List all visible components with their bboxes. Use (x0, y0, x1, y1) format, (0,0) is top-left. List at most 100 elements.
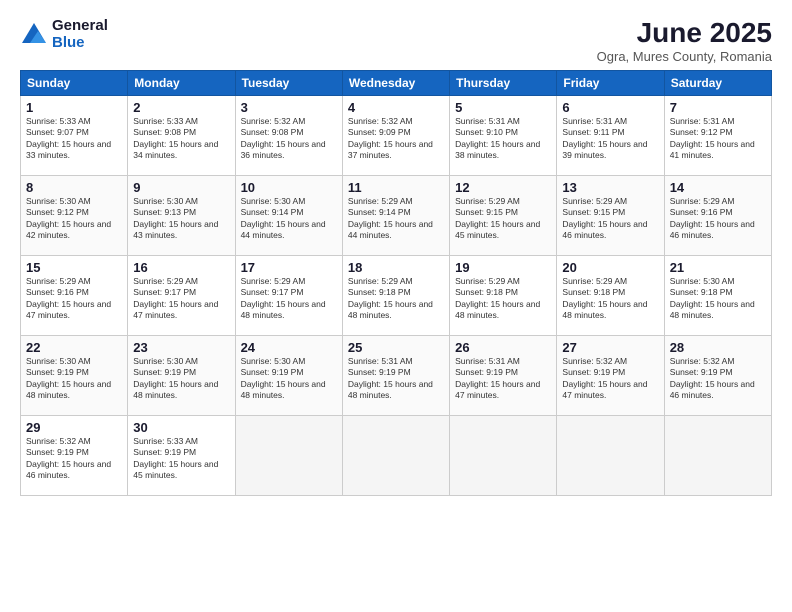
empty-cell (342, 415, 449, 495)
empty-cell (664, 415, 771, 495)
day-info: Sunrise: 5:29 AM Sunset: 9:18 PM Dayligh… (455, 276, 551, 322)
day-number: 12 (455, 180, 551, 195)
day-number: 22 (26, 340, 122, 355)
day-number: 2 (133, 100, 229, 115)
col-saturday: Saturday (664, 70, 771, 95)
logo-text: General Blue (52, 18, 108, 51)
day-number: 18 (348, 260, 444, 275)
day-info: Sunrise: 5:32 AM Sunset: 9:19 PM Dayligh… (670, 356, 766, 402)
day-number: 27 (562, 340, 658, 355)
day-info: Sunrise: 5:33 AM Sunset: 9:07 PM Dayligh… (26, 116, 122, 162)
day-number: 6 (562, 100, 658, 115)
col-thursday: Thursday (450, 70, 557, 95)
day-info: Sunrise: 5:29 AM Sunset: 9:17 PM Dayligh… (241, 276, 337, 322)
calendar-row: 8 Sunrise: 5:30 AM Sunset: 9:12 PM Dayli… (21, 175, 772, 255)
main-title: June 2025 (597, 18, 772, 49)
day-number: 25 (348, 340, 444, 355)
day-info: Sunrise: 5:30 AM Sunset: 9:19 PM Dayligh… (241, 356, 337, 402)
day-cell: 24 Sunrise: 5:30 AM Sunset: 9:19 PM Dayl… (235, 335, 342, 415)
day-cell: 9 Sunrise: 5:30 AM Sunset: 9:13 PM Dayli… (128, 175, 235, 255)
day-cell: 19 Sunrise: 5:29 AM Sunset: 9:18 PM Dayl… (450, 255, 557, 335)
day-number: 3 (241, 100, 337, 115)
day-info: Sunrise: 5:29 AM Sunset: 9:15 PM Dayligh… (455, 196, 551, 242)
logo-line2: Blue (52, 34, 85, 51)
day-number: 5 (455, 100, 551, 115)
day-cell: 23 Sunrise: 5:30 AM Sunset: 9:19 PM Dayl… (128, 335, 235, 415)
day-cell: 14 Sunrise: 5:29 AM Sunset: 9:16 PM Dayl… (664, 175, 771, 255)
day-number: 14 (670, 180, 766, 195)
day-info: Sunrise: 5:33 AM Sunset: 9:08 PM Dayligh… (133, 116, 229, 162)
page: General Blue June 2025 Ogra, Mures Count… (0, 0, 792, 612)
calendar: Sunday Monday Tuesday Wednesday Thursday… (20, 70, 772, 496)
col-sunday: Sunday (21, 70, 128, 95)
day-cell: 26 Sunrise: 5:31 AM Sunset: 9:19 PM Dayl… (450, 335, 557, 415)
day-cell: 5 Sunrise: 5:31 AM Sunset: 9:10 PM Dayli… (450, 95, 557, 175)
day-cell: 6 Sunrise: 5:31 AM Sunset: 9:11 PM Dayli… (557, 95, 664, 175)
day-info: Sunrise: 5:30 AM Sunset: 9:19 PM Dayligh… (26, 356, 122, 402)
day-number: 1 (26, 100, 122, 115)
day-cell: 16 Sunrise: 5:29 AM Sunset: 9:17 PM Dayl… (128, 255, 235, 335)
day-info: Sunrise: 5:29 AM Sunset: 9:18 PM Dayligh… (562, 276, 658, 322)
day-info: Sunrise: 5:31 AM Sunset: 9:19 PM Dayligh… (455, 356, 551, 402)
day-info: Sunrise: 5:29 AM Sunset: 9:17 PM Dayligh… (133, 276, 229, 322)
day-cell: 1 Sunrise: 5:33 AM Sunset: 9:07 PM Dayli… (21, 95, 128, 175)
day-cell: 27 Sunrise: 5:32 AM Sunset: 9:19 PM Dayl… (557, 335, 664, 415)
day-number: 26 (455, 340, 551, 355)
day-cell: 8 Sunrise: 5:30 AM Sunset: 9:12 PM Dayli… (21, 175, 128, 255)
day-cell: 13 Sunrise: 5:29 AM Sunset: 9:15 PM Dayl… (557, 175, 664, 255)
day-cell: 2 Sunrise: 5:33 AM Sunset: 9:08 PM Dayli… (128, 95, 235, 175)
day-info: Sunrise: 5:29 AM Sunset: 9:14 PM Dayligh… (348, 196, 444, 242)
day-cell: 25 Sunrise: 5:31 AM Sunset: 9:19 PM Dayl… (342, 335, 449, 415)
day-info: Sunrise: 5:29 AM Sunset: 9:15 PM Dayligh… (562, 196, 658, 242)
day-number: 8 (26, 180, 122, 195)
day-cell: 11 Sunrise: 5:29 AM Sunset: 9:14 PM Dayl… (342, 175, 449, 255)
weekday-header-row: Sunday Monday Tuesday Wednesday Thursday… (21, 70, 772, 95)
col-friday: Friday (557, 70, 664, 95)
day-info: Sunrise: 5:30 AM Sunset: 9:14 PM Dayligh… (241, 196, 337, 242)
day-info: Sunrise: 5:33 AM Sunset: 9:19 PM Dayligh… (133, 436, 229, 482)
title-block: June 2025 Ogra, Mures County, Romania (597, 18, 772, 64)
day-number: 24 (241, 340, 337, 355)
header: General Blue June 2025 Ogra, Mures Count… (20, 18, 772, 64)
day-number: 9 (133, 180, 229, 195)
calendar-row: 22 Sunrise: 5:30 AM Sunset: 9:19 PM Dayl… (21, 335, 772, 415)
day-info: Sunrise: 5:31 AM Sunset: 9:10 PM Dayligh… (455, 116, 551, 162)
day-number: 21 (670, 260, 766, 275)
day-info: Sunrise: 5:32 AM Sunset: 9:09 PM Dayligh… (348, 116, 444, 162)
day-info: Sunrise: 5:32 AM Sunset: 9:19 PM Dayligh… (26, 436, 122, 482)
day-number: 4 (348, 100, 444, 115)
day-info: Sunrise: 5:31 AM Sunset: 9:12 PM Dayligh… (670, 116, 766, 162)
day-number: 11 (348, 180, 444, 195)
day-number: 10 (241, 180, 337, 195)
subtitle: Ogra, Mures County, Romania (597, 49, 772, 64)
empty-cell (557, 415, 664, 495)
day-cell: 3 Sunrise: 5:32 AM Sunset: 9:08 PM Dayli… (235, 95, 342, 175)
day-number: 30 (133, 420, 229, 435)
day-number: 19 (455, 260, 551, 275)
day-cell: 20 Sunrise: 5:29 AM Sunset: 9:18 PM Dayl… (557, 255, 664, 335)
day-info: Sunrise: 5:30 AM Sunset: 9:12 PM Dayligh… (26, 196, 122, 242)
day-number: 28 (670, 340, 766, 355)
day-cell: 17 Sunrise: 5:29 AM Sunset: 9:17 PM Dayl… (235, 255, 342, 335)
day-info: Sunrise: 5:32 AM Sunset: 9:08 PM Dayligh… (241, 116, 337, 162)
col-tuesday: Tuesday (235, 70, 342, 95)
day-info: Sunrise: 5:31 AM Sunset: 9:19 PM Dayligh… (348, 356, 444, 402)
day-cell: 4 Sunrise: 5:32 AM Sunset: 9:09 PM Dayli… (342, 95, 449, 175)
day-cell: 30 Sunrise: 5:33 AM Sunset: 9:19 PM Dayl… (128, 415, 235, 495)
calendar-row: 29 Sunrise: 5:32 AM Sunset: 9:19 PM Dayl… (21, 415, 772, 495)
day-cell: 28 Sunrise: 5:32 AM Sunset: 9:19 PM Dayl… (664, 335, 771, 415)
day-number: 17 (241, 260, 337, 275)
calendar-row: 15 Sunrise: 5:29 AM Sunset: 9:16 PM Dayl… (21, 255, 772, 335)
col-monday: Monday (128, 70, 235, 95)
day-info: Sunrise: 5:32 AM Sunset: 9:19 PM Dayligh… (562, 356, 658, 402)
day-info: Sunrise: 5:29 AM Sunset: 9:18 PM Dayligh… (348, 276, 444, 322)
day-cell: 18 Sunrise: 5:29 AM Sunset: 9:18 PM Dayl… (342, 255, 449, 335)
day-cell: 22 Sunrise: 5:30 AM Sunset: 9:19 PM Dayl… (21, 335, 128, 415)
day-cell: 15 Sunrise: 5:29 AM Sunset: 9:16 PM Dayl… (21, 255, 128, 335)
day-number: 13 (562, 180, 658, 195)
logo-line1: General (52, 17, 108, 34)
empty-cell (235, 415, 342, 495)
day-cell: 7 Sunrise: 5:31 AM Sunset: 9:12 PM Dayli… (664, 95, 771, 175)
day-info: Sunrise: 5:30 AM Sunset: 9:19 PM Dayligh… (133, 356, 229, 402)
day-number: 15 (26, 260, 122, 275)
